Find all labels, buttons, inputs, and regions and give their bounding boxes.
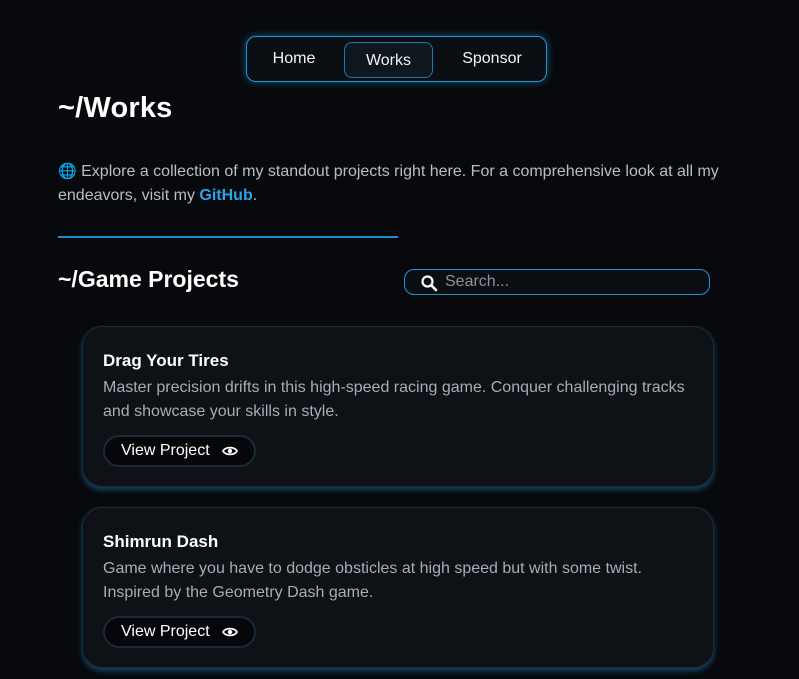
nav-item-home[interactable]: Home xyxy=(261,41,327,77)
page-title: ~/Works xyxy=(58,92,173,124)
view-project-label: View Project xyxy=(121,623,210,640)
section-title: ~/Game Projects xyxy=(58,266,239,292)
search-input[interactable] xyxy=(445,272,700,292)
search-box xyxy=(404,269,710,295)
project-card: Shimrun Dash Game where you have to dodg… xyxy=(82,507,714,668)
search-icon xyxy=(421,275,438,292)
project-description: Game where you have to dodge obsticles a… xyxy=(103,560,642,601)
eye-icon xyxy=(222,446,238,456)
nav-item-works[interactable]: Works xyxy=(344,42,433,78)
section-divider xyxy=(58,236,398,238)
eye-icon xyxy=(222,627,238,637)
intro-text-after: . xyxy=(252,187,258,204)
top-navigation: Home Works Sponsor xyxy=(246,36,547,82)
project-description: Master precision drifts in this high-spe… xyxy=(103,379,685,420)
view-project-button[interactable]: View Project xyxy=(103,616,256,648)
github-link[interactable]: GitHub xyxy=(199,187,252,204)
project-card: Drag Your Tires Master precision drifts … xyxy=(82,326,714,487)
page: Home Works Sponsor ~/Works 🌐 Explore a c… xyxy=(0,0,799,679)
intro-text-before: Explore a collection of my standout proj… xyxy=(58,163,719,204)
globe-icon: 🌐 xyxy=(58,163,77,180)
project-title: Drag Your Tires xyxy=(103,351,229,370)
intro-text: 🌐 Explore a collection of my standout pr… xyxy=(58,160,748,208)
view-project-button[interactable]: View Project xyxy=(103,435,256,467)
view-project-label: View Project xyxy=(121,442,210,459)
project-title: Shimrun Dash xyxy=(103,532,219,551)
nav-item-sponsor[interactable]: Sponsor xyxy=(449,41,535,77)
